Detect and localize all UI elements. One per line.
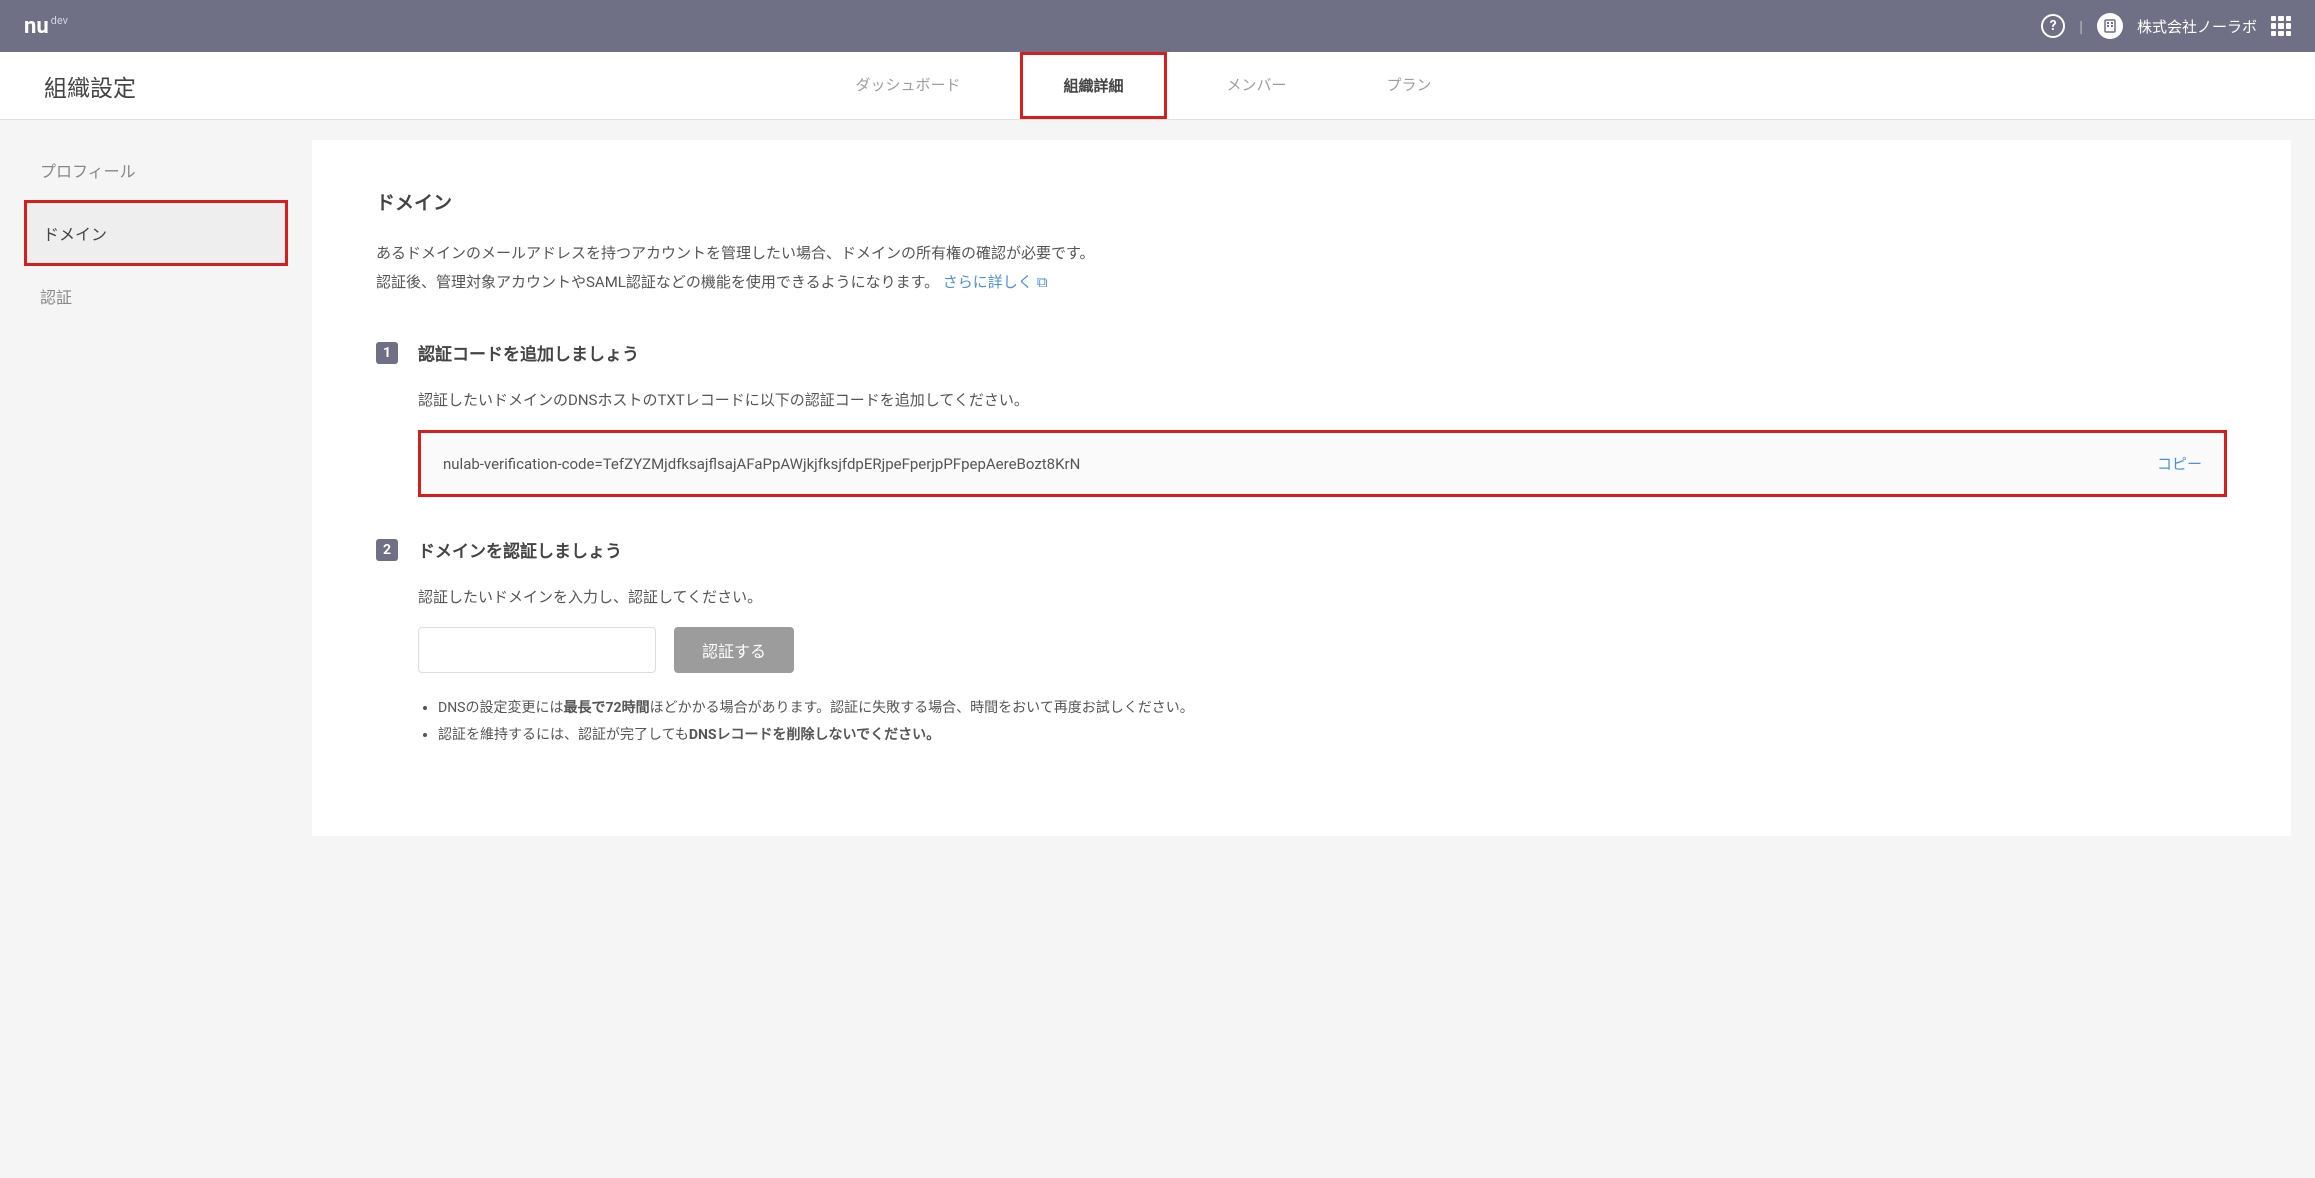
step1-body: 認証したいドメインのDNSホストのTXTレコードに以下の認証コードを追加してくだ… <box>418 389 2227 497</box>
verification-code: nulab-verification-code=TefZYZMjdfksajfl… <box>443 455 1080 473</box>
topbar: nudev ? | 株式会社ノーラボ <box>0 0 2315 52</box>
verification-code-box: nulab-verification-code=TefZYZMjdfksajfl… <box>418 430 2227 497</box>
desc-line2: 認証後、管理対象アカウントやSAML認証などの機能を使用できるようになります。 <box>376 273 943 291</box>
note-2: 認証を維持するには、認証が完了してもDNSレコードを削除しないでください。 <box>438 722 2227 749</box>
sidebar-item-auth[interactable]: 認証 <box>24 266 288 326</box>
step2-title: ドメインを認証しましょう <box>418 537 622 562</box>
learn-more-text: さらに詳しく <box>943 273 1033 291</box>
section-description: あるドメインのメールアドレスを持つアカウントを管理したい場合、ドメインの所有権の… <box>376 239 2227 296</box>
apps-grid-icon[interactable] <box>2271 16 2291 36</box>
subheader: 組織設定 ダッシュボード 組織詳細 メンバー プラン <box>0 52 2315 120</box>
tab-dashboard[interactable]: ダッシュボード <box>815 52 1000 119</box>
org-name[interactable]: 株式会社ノーラボ <box>2137 16 2257 37</box>
tab-members[interactable]: メンバー <box>1187 52 1327 119</box>
tabs: ダッシュボード 組織詳細 メンバー プラン <box>196 52 2091 119</box>
tab-plan[interactable]: プラン <box>1347 52 1472 119</box>
verify-button[interactable]: 認証する <box>674 627 794 673</box>
tab-org-details[interactable]: 組織詳細 <box>1020 52 1166 119</box>
section-heading: ドメイン <box>376 188 2227 215</box>
brand-text: nu <box>24 14 49 39</box>
step1-instruction: 認証したいドメインのDNSホストのTXTレコードに以下の認証コードを追加してくだ… <box>418 389 2227 410</box>
step2-body: 認証したいドメインを入力し、認証してください。 認証する DNSの設定変更には最… <box>418 586 2227 748</box>
desc-line1: あるドメインのメールアドレスを持つアカウントを管理したい場合、ドメインの所有権の… <box>376 244 1095 262</box>
topbar-right: ? | 株式会社ノーラボ <box>2041 13 2291 39</box>
domain-input[interactable] <box>418 627 656 673</box>
learn-more-link[interactable]: さらに詳しく⧉ <box>943 273 1048 291</box>
step2-instruction: 認証したいドメインを入力し、認証してください。 <box>418 586 2227 607</box>
sidebar-item-profile[interactable]: プロフィール <box>24 140 288 200</box>
sidebar-item-domain[interactable]: ドメイン <box>24 200 288 266</box>
topbar-left: nudev <box>24 14 68 39</box>
org-avatar-icon[interactable] <box>2097 13 2123 39</box>
main-panel: ドメイン あるドメインのメールアドレスを持つアカウントを管理したい場合、ドメイン… <box>312 140 2291 836</box>
step1-header: 1 認証コードを追加しましょう <box>376 340 2227 365</box>
step2-num: 2 <box>376 539 398 561</box>
notes-list: DNSの設定変更には最長で72時間ほどかかる場合があります。認証に失敗する場合、… <box>418 695 2227 748</box>
domain-input-row: 認証する <box>418 627 2227 673</box>
external-link-icon: ⧉ <box>1037 273 1048 291</box>
page-title: 組織設定 <box>44 52 136 119</box>
help-icon[interactable]: ? <box>2041 14 2065 38</box>
divider: | <box>2079 17 2083 36</box>
note-1: DNSの設定変更には最長で72時間ほどかかる場合があります。認証に失敗する場合、… <box>438 695 2227 722</box>
sidebar: プロフィール ドメイン 認証 <box>24 140 288 326</box>
step1-title: 認証コードを追加しましょう <box>418 340 639 365</box>
step1-num: 1 <box>376 342 398 364</box>
content-area: プロフィール ドメイン 認証 ドメイン あるドメインのメールアドレスを持つアカウ… <box>0 120 2315 856</box>
brand-suffix: dev <box>51 14 68 27</box>
copy-button[interactable]: コピー <box>2157 453 2202 474</box>
brand-logo[interactable]: nudev <box>24 14 68 39</box>
step2-header: 2 ドメインを認証しましょう <box>376 537 2227 562</box>
